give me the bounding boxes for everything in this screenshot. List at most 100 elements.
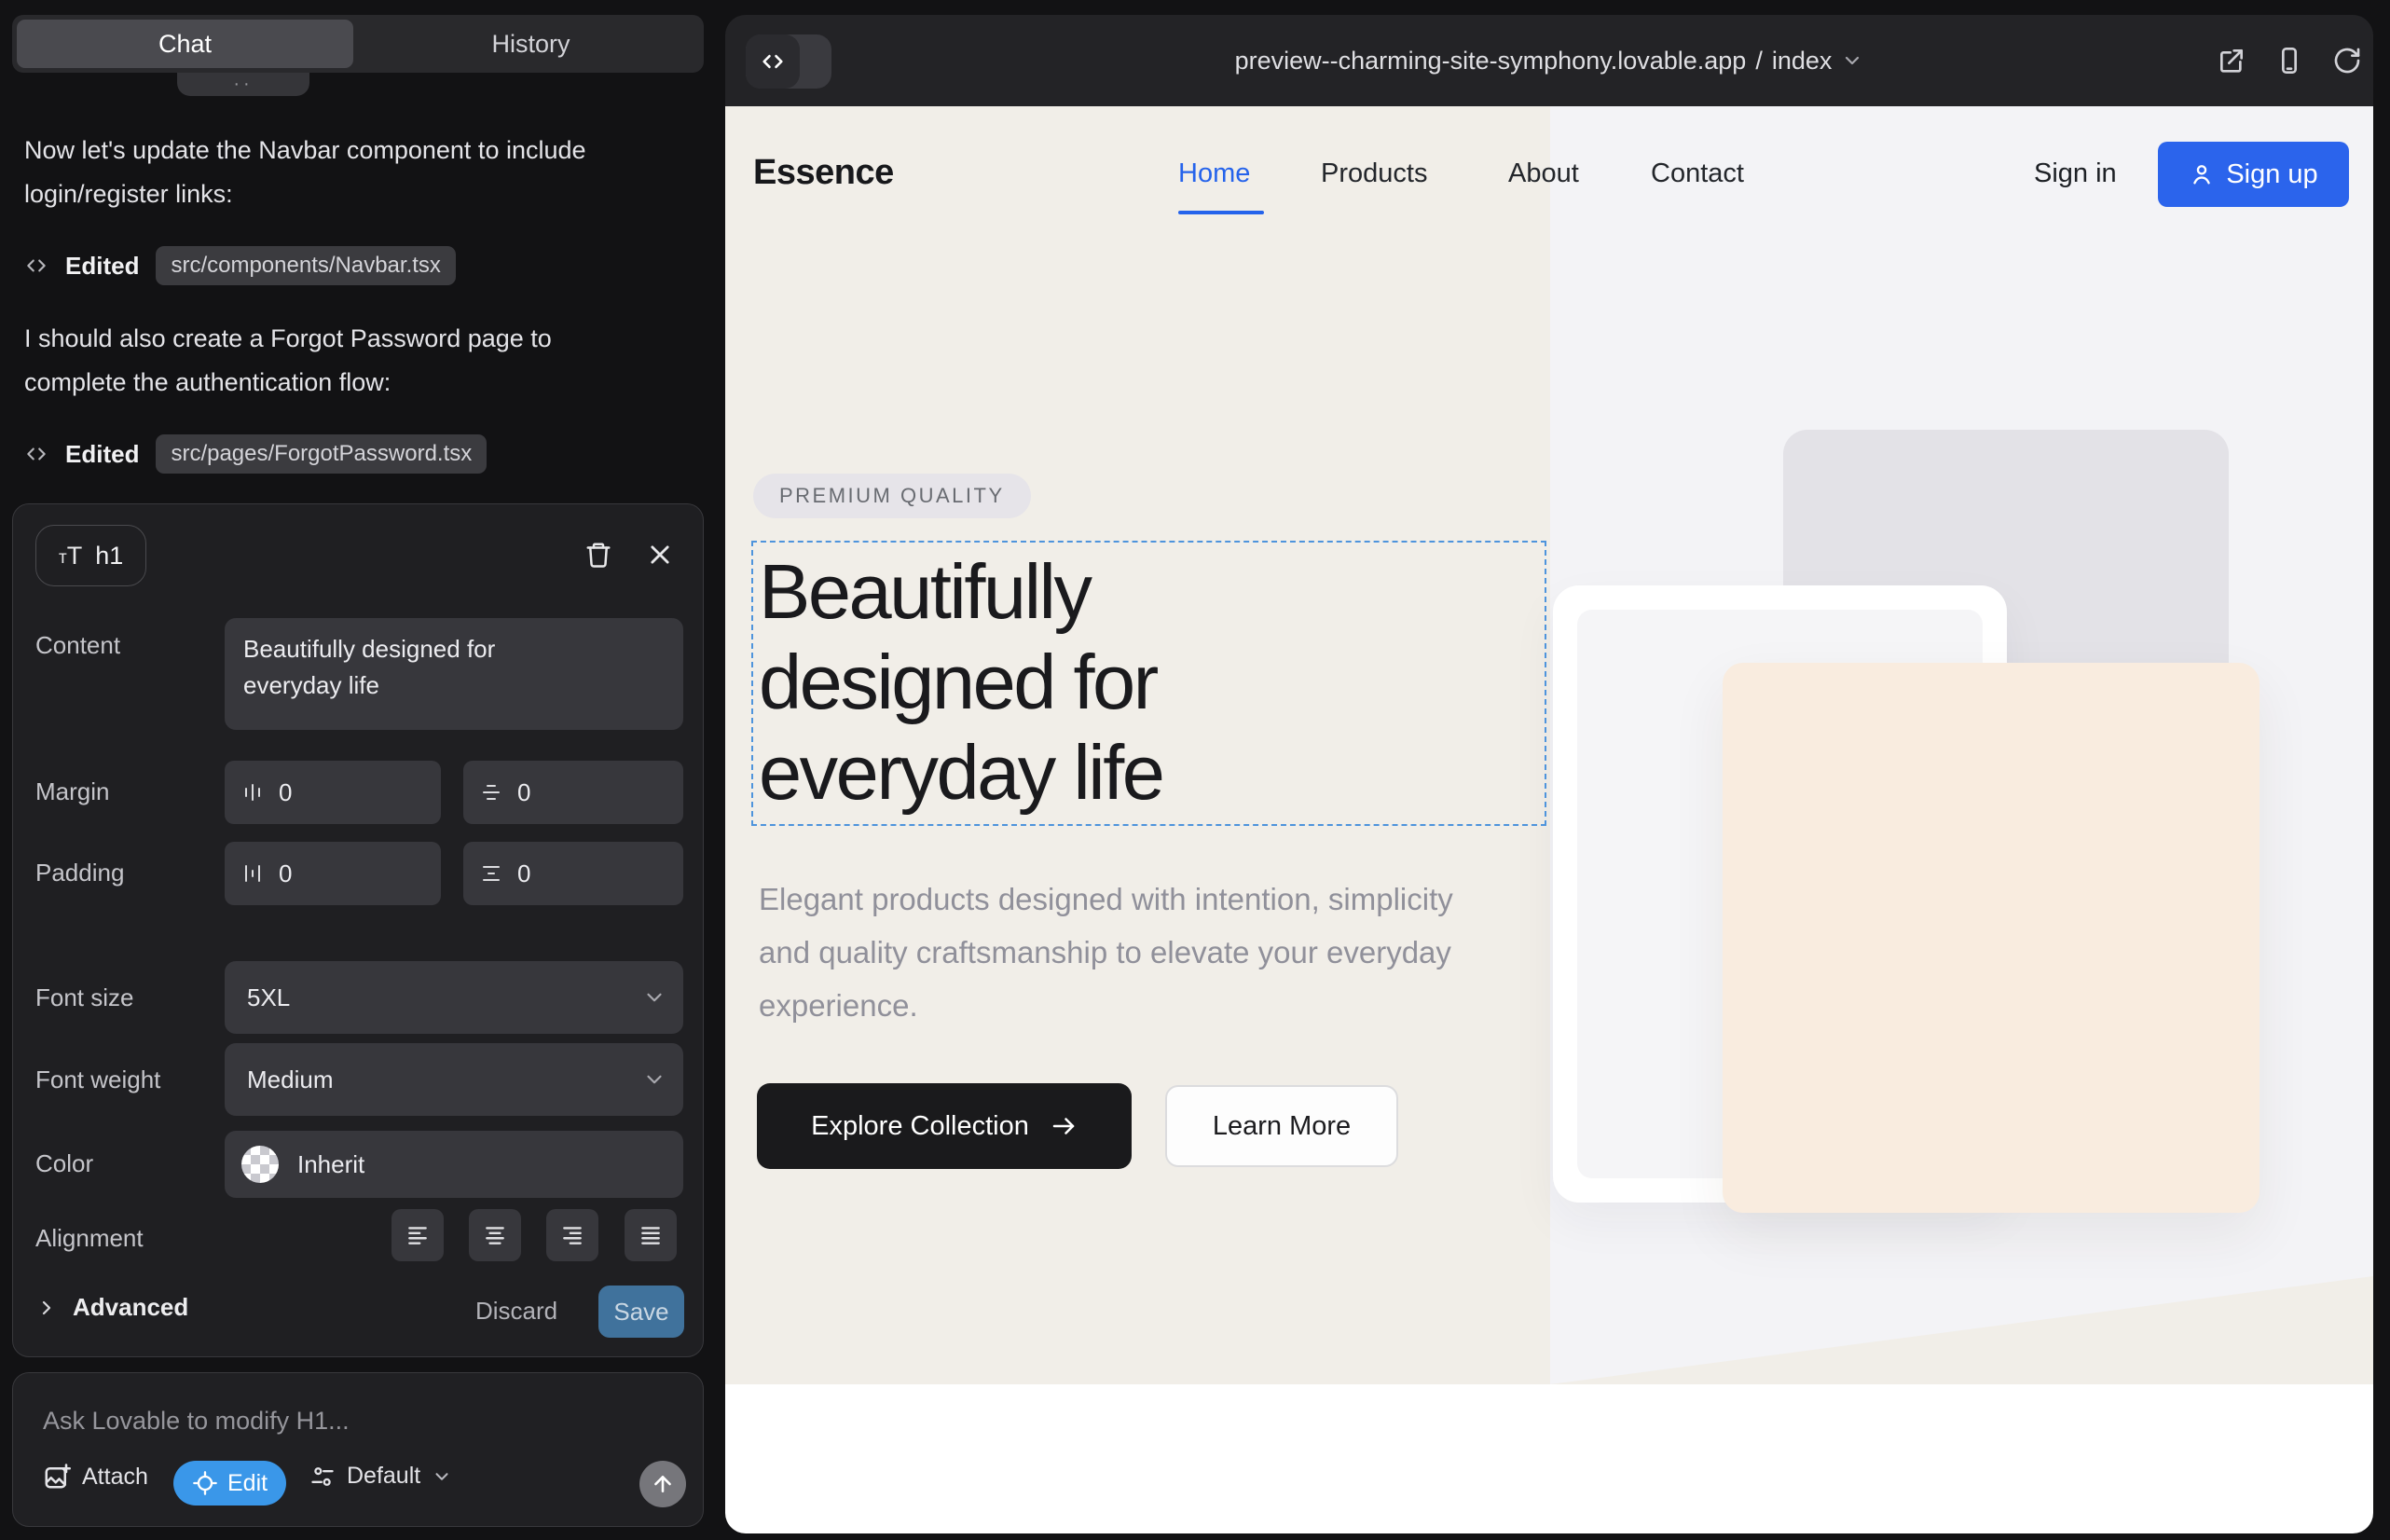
nav-link-about[interactable]: About — [1508, 158, 1579, 189]
align-center-icon — [483, 1223, 507, 1247]
scrolled-chip: ·· — [177, 73, 309, 96]
nav-link-contact[interactable]: Contact — [1651, 158, 1744, 189]
edited-file-row[interactable]: Edited src/components/Navbar.tsx — [24, 244, 456, 287]
padding-vertical-icon — [480, 862, 502, 885]
chevron-right-icon — [35, 1297, 58, 1319]
prompt-box[interactable]: Ask Lovable to modify H1... Attach Edit … — [12, 1372, 704, 1527]
color-swatch-icon — [241, 1146, 279, 1183]
element-tag-pill[interactable]: тT h1 — [35, 525, 146, 586]
tab-history-label: History — [491, 30, 570, 59]
align-left-button[interactable] — [391, 1209, 444, 1261]
padding-label: Padding — [35, 859, 124, 887]
tab-chat[interactable]: Chat — [17, 20, 353, 68]
mobile-preview-button[interactable] — [2274, 46, 2304, 76]
arrow-up-icon — [651, 1472, 675, 1496]
chevron-down-icon[interactable] — [1841, 49, 1863, 72]
element-editor-panel: тT h1 Content Beautifully designed for e… — [12, 503, 704, 1357]
code-icon — [760, 48, 786, 75]
padding-y-input[interactable]: 0 — [463, 842, 683, 905]
margin-y-value: 0 — [517, 778, 530, 807]
font-size-value: 5XL — [247, 983, 290, 1012]
align-left-icon — [405, 1223, 430, 1247]
nav-link-products[interactable]: Products — [1321, 158, 1427, 189]
font-size-select[interactable]: 5XL — [225, 961, 683, 1034]
advanced-label: Advanced — [73, 1293, 188, 1322]
target-icon — [192, 1470, 218, 1496]
preview-url[interactable]: preview--charming-site-symphony.lovable.… — [1235, 47, 1747, 76]
smartphone-icon — [2274, 46, 2304, 76]
sign-in-link[interactable]: Sign in — [2034, 158, 2117, 189]
mode-selector[interactable]: Default — [309, 1463, 452, 1490]
discard-button[interactable]: Discard — [475, 1297, 557, 1326]
send-button[interactable] — [639, 1461, 686, 1507]
code-view-toggle[interactable] — [746, 34, 831, 89]
preview-window: preview--charming-site-symphony.lovable.… — [725, 15, 2373, 1533]
font-weight-select[interactable]: Medium — [225, 1043, 683, 1116]
content-value: Beautifully designed for everyday life — [243, 631, 571, 704]
element-selection-outline[interactable] — [751, 541, 1546, 826]
margin-horizontal-icon — [241, 781, 264, 804]
mode-label: Default — [347, 1463, 420, 1490]
element-tag-name: h1 — [95, 542, 123, 571]
learn-more-button[interactable]: Learn More — [1165, 1085, 1398, 1167]
save-button[interactable]: Save — [598, 1286, 684, 1338]
refresh-button[interactable] — [2332, 46, 2362, 76]
margin-x-value: 0 — [279, 778, 292, 807]
font-weight-label: Font weight — [35, 1066, 160, 1094]
alignment-label: Alignment — [35, 1224, 144, 1253]
edited-label: Edited — [65, 440, 139, 469]
attach-button[interactable]: Attach — [43, 1463, 148, 1491]
edited-label: Edited — [65, 252, 139, 281]
tab-history[interactable]: History — [363, 20, 699, 68]
attach-label: Attach — [82, 1464, 148, 1491]
margin-vertical-icon — [480, 781, 502, 804]
chat-message: I should also create a Forgot Password p… — [24, 317, 602, 405]
chat-message: Now let's update the Navbar component to… — [24, 129, 602, 216]
margin-y-input[interactable]: 0 — [463, 761, 683, 824]
margin-label: Margin — [35, 777, 109, 806]
padding-y-value: 0 — [517, 859, 530, 888]
padding-x-value: 0 — [279, 859, 292, 888]
delete-element-button[interactable] — [578, 534, 619, 575]
margin-x-input[interactable]: 0 — [225, 761, 441, 824]
decorative-card-cream — [1723, 663, 2260, 1213]
arrow-right-icon — [1050, 1112, 1078, 1140]
advanced-toggle[interactable]: Advanced — [35, 1293, 188, 1322]
edited-file-chip[interactable]: src/pages/ForgotPassword.tsx — [156, 434, 487, 474]
close-panel-button[interactable] — [639, 534, 680, 575]
nav-link-home[interactable]: Home — [1178, 158, 1250, 189]
color-value: Inherit — [297, 1150, 364, 1179]
align-justify-button[interactable] — [625, 1209, 677, 1261]
site-section-below-hero — [725, 1384, 2373, 1533]
align-justify-icon — [639, 1223, 663, 1247]
sliders-icon — [309, 1464, 336, 1490]
code-toggle-knob[interactable] — [746, 34, 800, 89]
align-center-button[interactable] — [469, 1209, 521, 1261]
align-right-icon — [560, 1223, 584, 1247]
external-link-icon — [2217, 46, 2246, 76]
chevron-down-icon — [642, 985, 666, 1010]
edited-file-chip[interactable]: src/components/Navbar.tsx — [156, 246, 455, 285]
learn-more-label: Learn More — [1213, 1111, 1351, 1142]
site-logo[interactable]: Essence — [753, 153, 894, 193]
active-nav-underline — [1178, 211, 1264, 214]
chevron-down-icon — [642, 1067, 666, 1092]
prompt-placeholder: Ask Lovable to modify H1... — [43, 1407, 350, 1436]
tab-chat-label: Chat — [158, 30, 212, 59]
padding-x-input[interactable]: 0 — [225, 842, 441, 905]
refresh-icon — [2332, 46, 2362, 76]
attach-image-icon — [43, 1463, 71, 1491]
code-icon — [24, 442, 48, 466]
align-right-button[interactable] — [546, 1209, 598, 1261]
open-in-new-tab-button[interactable] — [2217, 46, 2246, 76]
content-input[interactable]: Beautifully designed for everyday life — [225, 618, 683, 730]
edited-file-row[interactable]: Edited src/pages/ForgotPassword.tsx — [24, 433, 487, 475]
edit-mode-button[interactable]: Edit — [173, 1461, 286, 1506]
padding-horizontal-icon — [241, 862, 264, 885]
sign-up-button[interactable]: Sign up — [2158, 142, 2349, 207]
color-label: Color — [35, 1149, 93, 1178]
preview-page[interactable]: index — [1772, 47, 1833, 76]
user-icon — [2189, 161, 2215, 187]
explore-collection-button[interactable]: Explore Collection — [757, 1083, 1132, 1169]
color-select[interactable]: Inherit — [225, 1131, 683, 1198]
